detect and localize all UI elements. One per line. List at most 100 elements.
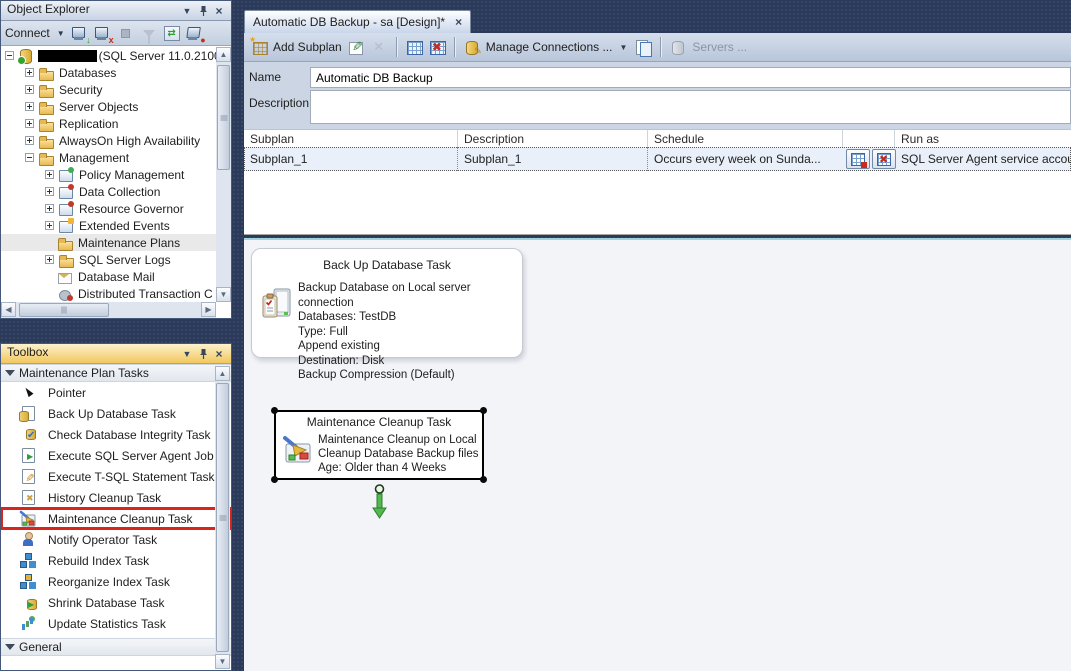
toolbox-item-reorganize-index-task[interactable]: Reorganize Index Task: [1, 571, 231, 592]
tree-item-databases[interactable]: Databases: [1, 64, 231, 81]
selection-handle[interactable]: [480, 476, 487, 483]
column-header-schedule[interactable]: Schedule: [648, 130, 843, 147]
tree-item-distributed-transaction[interactable]: Distributed Transaction C: [1, 285, 231, 302]
cell-description[interactable]: Subplan_1: [458, 147, 648, 171]
selection-handle[interactable]: [271, 476, 278, 483]
tree-item-server[interactable]: (SQL Server 11.0.2100 -: [1, 47, 231, 64]
connect-dropdown-icon[interactable]: ▼: [55, 29, 67, 38]
tree-item-policy-management[interactable]: Policy Management: [1, 166, 231, 183]
expand-icon[interactable]: [45, 221, 54, 230]
close-icon[interactable]: ×: [211, 4, 227, 18]
add-subplan-icon[interactable]: [250, 38, 268, 56]
rebuild-index-icon: [19, 552, 36, 569]
tree-item-extended-events[interactable]: Extended Events: [1, 217, 231, 234]
tree-item-resource-governor[interactable]: Resource Governor: [1, 200, 231, 217]
backup-database-task-box[interactable]: Back Up Database Task Ba: [251, 248, 523, 358]
tree-vertical-scrollbar[interactable]: ▲ ▼: [216, 47, 231, 302]
manage-connections-button[interactable]: Manage Connections ...: [486, 40, 613, 54]
scroll-right-icon[interactable]: ▶: [201, 302, 216, 317]
toolbox-item-history-cleanup-task[interactable]: History Cleanup Task: [1, 487, 231, 508]
expand-icon[interactable]: [25, 68, 34, 77]
tree-item-server-objects[interactable]: Server Objects: [1, 98, 231, 115]
toolbox-item-maintenance-cleanup-task[interactable]: Maintenance Cleanup Task: [1, 508, 231, 529]
connect-button[interactable]: Connect: [5, 26, 50, 40]
scroll-up-icon[interactable]: ▲: [215, 366, 230, 381]
collapse-icon[interactable]: [25, 153, 34, 162]
expand-icon[interactable]: [45, 255, 54, 264]
toolbox-item-backup-database-task[interactable]: Back Up Database Task: [1, 403, 231, 424]
task-title: Back Up Database Task: [252, 258, 522, 272]
expand-icon[interactable]: [25, 119, 34, 128]
tree-item-security[interactable]: Security: [1, 81, 231, 98]
tab-automatic-db-backup[interactable]: Automatic DB Backup - sa [Design]* ×: [244, 10, 471, 33]
selection-handle[interactable]: [271, 407, 278, 414]
toolbox-item-rebuild-index-task[interactable]: Rebuild Index Task: [1, 550, 231, 571]
scroll-down-icon[interactable]: ▼: [216, 287, 231, 302]
edit-schedule-button[interactable]: [846, 149, 870, 169]
precedence-arrow-icon[interactable]: [371, 484, 388, 523]
expand-icon[interactable]: [25, 85, 34, 94]
toolbox-item-shrink-database-task[interactable]: Shrink Database Task: [1, 592, 231, 613]
connect-server-button[interactable]: ↓: [70, 24, 90, 43]
manage-connections-icon[interactable]: [463, 38, 481, 56]
toolbox-titlebar[interactable]: Toolbox ▼ ×: [1, 344, 231, 364]
expand-icon[interactable]: [25, 136, 34, 145]
collapse-triangle-icon: [5, 370, 15, 376]
subplan-schedule-icon[interactable]: [405, 38, 423, 56]
toolbox-item-update-statistics-task[interactable]: Update Statistics Task: [1, 613, 231, 634]
description-input[interactable]: [310, 90, 1071, 124]
design-surface[interactable]: Back Up Database Task Ba: [244, 240, 1071, 671]
column-header-subplan[interactable]: Subplan: [244, 130, 458, 147]
tree-item-database-mail[interactable]: Database Mail: [1, 268, 231, 285]
tree-horizontal-scrollbar[interactable]: ◀ ▶: [1, 302, 216, 318]
tree-item-data-collection[interactable]: Data Collection: [1, 183, 231, 200]
toolbox-item-check-database-integrity-task[interactable]: Check Database Integrity Task: [1, 424, 231, 445]
tree-item-replication[interactable]: Replication: [1, 115, 231, 132]
name-input[interactable]: [310, 67, 1071, 88]
expand-icon[interactable]: [25, 102, 34, 111]
subplan-properties-icon[interactable]: [347, 38, 365, 56]
pin-icon[interactable]: [195, 347, 211, 361]
remove-schedule-icon[interactable]: [428, 38, 446, 56]
subplan-row[interactable]: Subplan_1 Subplan_1 Occurs every week on…: [244, 147, 1071, 171]
selection-handle[interactable]: [480, 407, 487, 414]
column-header-run-as[interactable]: Run as: [895, 130, 1071, 147]
disconnect-database-button[interactable]: ●: [185, 24, 205, 43]
refresh-button[interactable]: ⇄: [162, 24, 182, 43]
disconnect-server-button[interactable]: x: [93, 24, 113, 43]
window-position-icon[interactable]: ▼: [179, 347, 195, 361]
toolbox-item-pointer[interactable]: Pointer: [1, 382, 231, 403]
window-position-icon[interactable]: ▼: [179, 4, 195, 18]
close-icon[interactable]: ×: [211, 347, 227, 361]
remove-schedule-button[interactable]: [872, 149, 896, 169]
add-subplan-button[interactable]: Add Subplan: [273, 40, 342, 54]
toolbox-group-maintenance-plan-tasks[interactable]: Maintenance Plan Tasks: [1, 364, 231, 382]
tree-item-alwayson[interactable]: AlwaysOn High Availability: [1, 132, 231, 149]
pin-icon[interactable]: [195, 4, 211, 18]
reporting-icon[interactable]: [634, 38, 652, 56]
toolbox-group-general[interactable]: General: [1, 638, 231, 656]
scroll-down-icon[interactable]: ▼: [215, 654, 230, 669]
cell-schedule[interactable]: Occurs every week on Sunda...: [648, 147, 843, 171]
maintenance-cleanup-task-box[interactable]: Maintenance Cleanup Task Maintenance Cle…: [274, 410, 484, 480]
tree-item-sql-server-logs[interactable]: SQL Server Logs: [1, 251, 231, 268]
tree-item-maintenance-plans[interactable]: Maintenance Plans: [1, 234, 231, 251]
object-explorer-titlebar[interactable]: Object Explorer ▼ ×: [1, 1, 231, 21]
toolbox-scrollbar[interactable]: ▲ ▼: [215, 366, 230, 669]
close-tab-icon[interactable]: ×: [455, 16, 462, 28]
expand-icon[interactable]: [45, 170, 54, 179]
chevron-down-icon[interactable]: ▼: [617, 43, 629, 52]
scroll-left-icon[interactable]: ◀: [1, 302, 16, 317]
cell-run-as[interactable]: SQL Server Agent service account: [895, 147, 1071, 171]
reorganize-index-icon: [19, 573, 36, 590]
toolbox-item-execute-sql-agent-job[interactable]: Execute SQL Server Agent Job ...: [1, 445, 231, 466]
expand-icon[interactable]: [45, 204, 54, 213]
column-header-description[interactable]: Description: [458, 130, 648, 147]
toolbox-item-notify-operator-task[interactable]: Notify Operator Task: [1, 529, 231, 550]
toolbox-item-execute-tsql-statement[interactable]: Execute T-SQL Statement Task: [1, 466, 231, 487]
collapse-icon[interactable]: [5, 51, 14, 60]
scroll-up-icon[interactable]: ▲: [216, 47, 231, 62]
tree-item-management[interactable]: Management: [1, 149, 231, 166]
cell-subplan[interactable]: Subplan_1: [244, 147, 458, 171]
expand-icon[interactable]: [45, 187, 54, 196]
